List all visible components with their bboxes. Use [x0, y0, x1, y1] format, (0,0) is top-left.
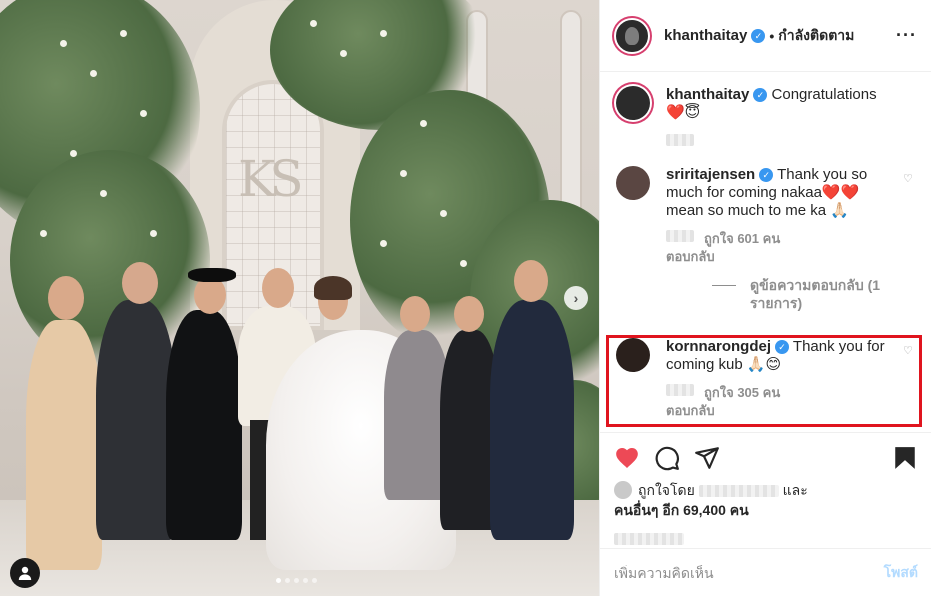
author-avatar[interactable] [616, 86, 650, 120]
verified-badge-icon: ✓ [751, 28, 766, 43]
comment-bubble-icon[interactable] [654, 445, 680, 471]
post-panel: khanthaitay ✓ • กำลังติดตาม ··· khanthai… [599, 0, 931, 596]
comment-input[interactable] [614, 564, 884, 581]
reply-button[interactable]: ตอบกลับ [666, 248, 715, 266]
more-options-icon[interactable]: ··· [896, 25, 917, 46]
timestamp-redacted [666, 134, 694, 146]
caption-text: Congratulations [771, 86, 877, 103]
liker-avatar[interactable] [614, 481, 632, 499]
others-like-count[interactable]: คนอื่นๆ อีก 69,400 คน [614, 502, 749, 518]
tagged-users-icon[interactable] [10, 558, 40, 588]
view-replies-button[interactable]: ดูข้อความตอบกลับ (1 รายการ) [712, 276, 915, 312]
highlight-box [606, 335, 922, 427]
comment-like-heart-icon[interactable]: ♡ [903, 172, 915, 185]
next-photo-button[interactable]: › [564, 286, 588, 310]
guest-figure [96, 300, 176, 540]
guest-figure [166, 310, 242, 540]
likes-summary: ถูกใจโดย และ [614, 481, 918, 500]
verified-badge-icon: ✓ [759, 168, 774, 182]
comment-like-count[interactable]: ถูกใจ 601 คน [704, 230, 780, 248]
caption: khanthaitay ✓ Congratulations ❤️😇 [616, 86, 915, 146]
share-paper-plane-icon[interactable] [694, 445, 720, 471]
follow-status-button[interactable]: กำลังติดตาม [778, 25, 854, 47]
post-comment-button[interactable]: โพสต์ [884, 562, 918, 584]
bookmark-saved-icon[interactable] [892, 445, 918, 471]
liker-name-redacted [698, 485, 779, 497]
author-avatar[interactable] [614, 17, 650, 54]
add-comment-bar: โพสต์ [600, 548, 931, 596]
guest-figure [490, 300, 574, 540]
post-actions: ถูกใจโดย และ คนอื่นๆ อีก 69,400 คน [600, 432, 931, 548]
carousel-indicator [276, 578, 317, 583]
comment-item: sriritajensen ✓ Thank you so much for com… [616, 166, 915, 266]
comment-username[interactable]: sriritajensen [666, 166, 755, 183]
like-heart-icon[interactable] [614, 445, 640, 471]
caption-emoji: ❤️😇 [666, 104, 701, 121]
commenter-avatar[interactable] [616, 166, 650, 200]
guest-figure [26, 320, 102, 570]
monogram-logo: KS [238, 150, 304, 208]
verified-badge-icon: ✓ [753, 88, 768, 102]
post-header: khanthaitay ✓ • กำลังติดตาม ··· [600, 0, 931, 72]
post-date-redacted [614, 533, 684, 545]
caption-username[interactable]: khanthaitay [666, 86, 749, 103]
post-photo[interactable]: KS › [0, 0, 599, 596]
author-username[interactable]: khanthaitay [664, 27, 747, 44]
